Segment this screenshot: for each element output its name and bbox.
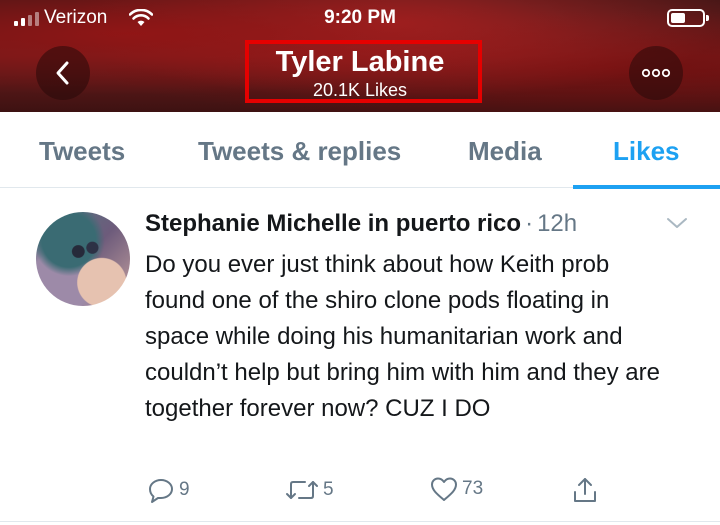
tab-likes[interactable]: Likes [613,136,680,167]
tweet-separator: · [525,210,534,237]
tweet-actions: 9 5 73 [0,476,720,510]
tab-media[interactable]: Media [468,136,542,167]
chevron-down-icon[interactable] [665,216,689,230]
heart-icon [431,477,457,501]
battery-icon [667,9,709,27]
tweet-divider [0,521,720,522]
share-icon [574,478,596,502]
tab-tweets[interactable]: Tweets [39,136,125,167]
retweet-count: 5 [323,479,334,500]
active-tab-indicator [573,185,720,189]
more-icon [641,68,671,78]
profile-header: Verizon 9:20 PM Tyler Labine 20.1K Likes [0,0,720,112]
like-button[interactable]: 73 [430,476,483,502]
more-options-button[interactable] [629,46,683,100]
likes-count-subtitle: 20.1K Likes [312,80,408,100]
tab-tweets-and-replies[interactable]: Tweets & replies [198,136,401,167]
retweet-icon [286,481,318,499]
status-time: 9:20 PM [324,7,396,28]
profile-tabs: Tweets Tweets & replies Media Likes [0,112,720,189]
like-count: 73 [462,478,484,499]
status-bar: Verizon 9:20 PM [0,0,720,36]
retweet-button[interactable]: 5 [285,476,334,504]
tweet-header: Stephanie Michelle in puerto rico · 12h [145,210,577,238]
tweet-text: Do you ever just think about how Keith p… [145,251,660,422]
reply-icon [149,479,173,503]
profile-name: Tyler Labine [275,46,445,78]
reply-button[interactable]: 9 [147,476,190,504]
tweet-author-name[interactable]: Stephanie Michelle in puerto rico [145,210,521,237]
reply-count: 9 [179,479,190,500]
avatar[interactable] [36,212,130,306]
tweet-timestamp[interactable]: 12h [537,210,577,237]
share-button[interactable] [571,476,599,504]
